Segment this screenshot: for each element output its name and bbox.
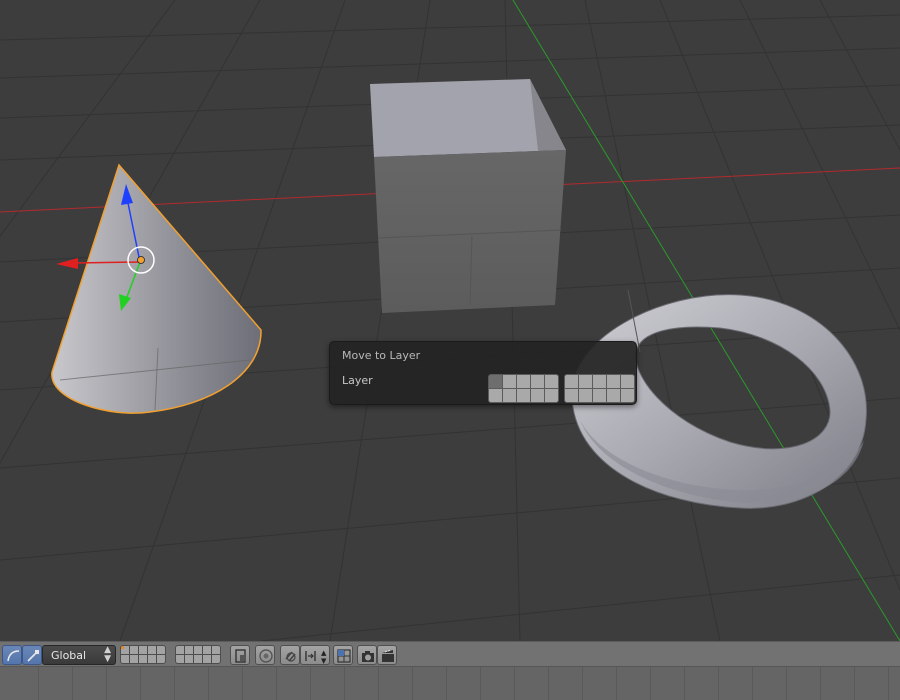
- scene-layer-button[interactable]: [212, 655, 220, 663]
- layer-button[interactable]: [503, 375, 516, 388]
- move-to-layer-popup: Move to Layer Layer: [329, 341, 637, 405]
- layer-button[interactable]: [545, 389, 558, 402]
- cone-object[interactable]: [51, 163, 262, 414]
- scene-layer-button[interactable]: [148, 646, 156, 654]
- scene-layer-button[interactable]: [176, 655, 184, 663]
- layer-button[interactable]: [517, 389, 530, 402]
- layer-button[interactable]: [503, 389, 516, 402]
- scene-layer-button[interactable]: [185, 646, 193, 654]
- layer-button[interactable]: [621, 375, 634, 388]
- scene-canvas[interactable]: [0, 0, 900, 641]
- render-layer-icon[interactable]: [230, 645, 250, 665]
- layer-button[interactable]: [607, 375, 620, 388]
- scene-layer-button[interactable]: [203, 646, 211, 654]
- layer-button[interactable]: [489, 389, 502, 402]
- layer-button[interactable]: [607, 389, 620, 402]
- layer-button[interactable]: [579, 389, 592, 402]
- scene-layer-button[interactable]: [157, 646, 165, 654]
- svg-text:▼: ▼: [321, 657, 327, 665]
- scene-layers-left[interactable]: [120, 645, 166, 664]
- scene-layer-button[interactable]: [130, 646, 138, 654]
- 3d-viewport[interactable]: Move to Layer Layer: [0, 0, 900, 641]
- scene-layer-button[interactable]: [121, 646, 129, 654]
- scene-layer-button[interactable]: [130, 655, 138, 663]
- rotate-manipulator-icon[interactable]: [2, 645, 22, 665]
- scene-layer-button[interactable]: [176, 646, 184, 654]
- layer-button[interactable]: [531, 375, 544, 388]
- scene-layer-button[interactable]: [185, 655, 193, 663]
- transform-orientation-select[interactable]: Global ▲ ▼: [42, 645, 116, 665]
- proportional-edit-icon[interactable]: [255, 645, 275, 665]
- layer-button[interactable]: [531, 389, 544, 402]
- snap-icon[interactable]: [280, 645, 300, 665]
- scene-layer-button[interactable]: [194, 655, 202, 663]
- scene-layer-button[interactable]: [157, 655, 165, 663]
- scene-layer-button[interactable]: [203, 655, 211, 663]
- snap-element-icon[interactable]: ▲ ▼: [300, 645, 330, 665]
- render-animation-icon[interactable]: [377, 645, 397, 665]
- layer-button[interactable]: [489, 375, 502, 388]
- x-arrow-icon[interactable]: [56, 258, 78, 269]
- layer-button[interactable]: [517, 375, 530, 388]
- layer-grid-left[interactable]: [488, 374, 559, 403]
- layer-button[interactable]: [565, 389, 578, 402]
- orientation-value: Global: [51, 649, 87, 662]
- viewport-header-toolbar: Global ▲ ▼ ▲ ▼: [0, 641, 900, 667]
- scene-layer-button[interactable]: [139, 655, 147, 663]
- layer-label: Layer: [342, 374, 373, 387]
- scale-manipulator-icon[interactable]: [22, 645, 42, 665]
- layer-button[interactable]: [565, 375, 578, 388]
- layer-button[interactable]: [593, 375, 606, 388]
- scene-layer-button[interactable]: [139, 646, 147, 654]
- scene-layers-right[interactable]: [175, 645, 221, 664]
- orientation-stepper-icon: ▲ ▼: [104, 645, 111, 664]
- timeline-ruler[interactable]: [0, 667, 900, 700]
- scene-layer-button[interactable]: [148, 655, 156, 663]
- popup-title: Move to Layer: [342, 349, 421, 362]
- copy-layers-icon[interactable]: [333, 645, 353, 665]
- object-origin-dot: [137, 256, 145, 264]
- layer-grid-right[interactable]: [564, 374, 635, 403]
- scene-layer-button[interactable]: [121, 655, 129, 663]
- layer-button[interactable]: [621, 389, 634, 402]
- active-object-dot: [121, 646, 124, 649]
- render-still-icon[interactable]: [357, 645, 377, 665]
- layer-button[interactable]: [593, 389, 606, 402]
- scene-layer-button[interactable]: [212, 646, 220, 654]
- svg-text:▲: ▲: [321, 649, 327, 657]
- cube-object[interactable]: [370, 79, 566, 313]
- footer: Global ▲ ▼ ▲ ▼: [0, 641, 900, 700]
- layer-button[interactable]: [579, 375, 592, 388]
- scene-layer-button[interactable]: [194, 646, 202, 654]
- layer-button[interactable]: [545, 375, 558, 388]
